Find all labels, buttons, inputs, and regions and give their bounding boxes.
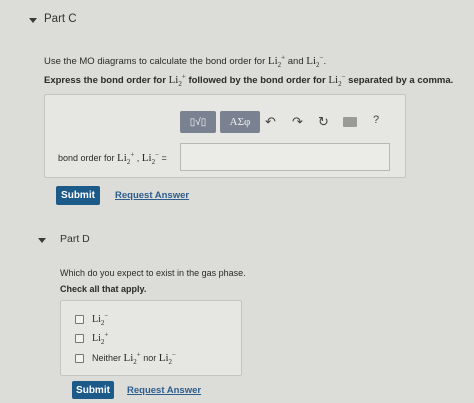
part-d-title: Part D [60,233,90,245]
part-c-submit-button[interactable]: Submit [56,186,100,205]
part-d-question: Which do you expect to exist in the gas … [60,268,246,278]
option-li2-minus-checkbox[interactable] [75,315,84,324]
answer-label: bond order for Li2+ , Li2− = [58,150,167,167]
collapse-caret-part-c-icon[interactable] [29,18,37,23]
option-li2-plus-checkbox[interactable] [75,334,84,343]
fraction-sqrt-icon: ▯√▯ [189,116,207,128]
option-neither[interactable]: Neither Li2+ nor Li2− [75,351,176,366]
help-icon[interactable]: ? [373,115,379,126]
greek-symbols-button[interactable]: ΑΣφ [220,111,260,133]
undo-icon[interactable]: ↶ [265,115,276,128]
bond-order-answer-input[interactable] [180,143,390,171]
part-d-submit-button[interactable]: Submit [72,381,114,399]
template-button[interactable]: ▯√▯ [180,111,216,133]
option-li2-minus[interactable]: Li2− [75,312,108,327]
species-li2-minus: Li2− [306,53,324,70]
redo-icon[interactable]: ↷ [292,115,303,128]
reset-icon[interactable]: ↻ [318,115,329,128]
part-c-instruction: Use the MO diagrams to calculate the bon… [44,53,327,70]
species-li2-plus: Li2+ [267,53,286,70]
keyboard-icon[interactable] [343,117,357,127]
part-d-check-all: Check all that apply. [60,284,147,294]
collapse-caret-part-d-icon[interactable] [38,238,46,243]
option-li2-plus[interactable]: Li2+ [75,331,108,346]
part-c-request-answer-link[interactable]: Request Answer [115,190,189,201]
part-c-title: Part C [44,13,77,25]
part-c-express-instruction: Express the bond order for Li2+ followed… [44,72,454,89]
option-neither-checkbox[interactable] [75,353,84,363]
part-d-request-answer-link[interactable]: Request Answer [127,385,201,396]
